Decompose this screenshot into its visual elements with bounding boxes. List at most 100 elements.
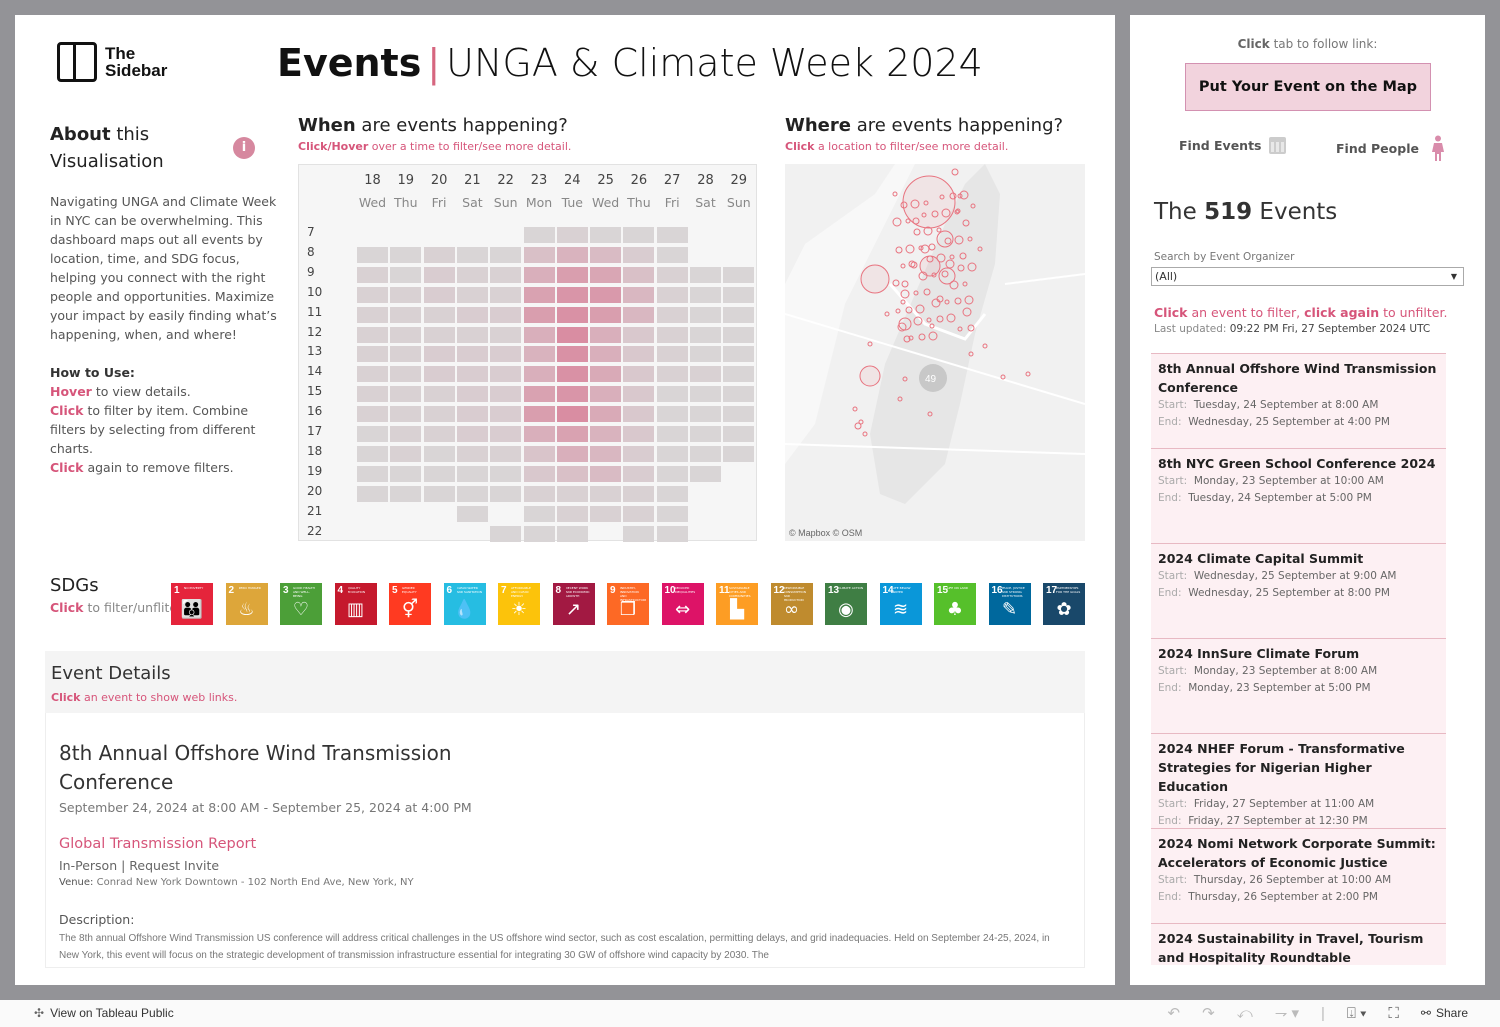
undo-icon[interactable]: ↶ [1168, 1004, 1181, 1022]
heatmap-cell[interactable] [723, 366, 755, 383]
heatmap-cell[interactable] [690, 366, 721, 383]
heatmap-cell[interactable] [357, 426, 388, 442]
heatmap-cell[interactable] [523, 266, 555, 283]
heatmap-cell[interactable] [556, 346, 588, 363]
heatmap-cell[interactable] [357, 445, 388, 462]
heatmap-cell[interactable] [556, 386, 588, 403]
heatmap-cell[interactable] [623, 326, 655, 343]
fullscreen-icon[interactable]: ⛶ [1388, 1005, 1399, 1022]
heatmap-cell[interactable] [357, 465, 388, 482]
heatmap-cell[interactable] [656, 366, 688, 383]
heatmap-cell[interactable] [357, 485, 388, 502]
heatmap-cell[interactable] [590, 227, 622, 243]
heatmap-cell[interactable] [357, 386, 388, 403]
view-on-tableau-link[interactable]: ✣ View on Tableau Public [34, 1006, 174, 1020]
event-list-item[interactable]: 8th NYC Green School Conference 2024 Star… [1151, 448, 1446, 543]
heatmap-cell[interactable] [723, 266, 755, 283]
heatmap-cell[interactable] [490, 485, 522, 502]
event-list-item[interactable]: 2024 InnSure Climate Forum Start: Monday,… [1151, 638, 1446, 733]
sdg-tile-8[interactable]: 8 DECENT WORK AND ECONOMIC GROWTH ↗ [552, 583, 595, 625]
heatmap-cell[interactable] [390, 326, 422, 343]
heatmap-cell[interactable] [456, 386, 488, 403]
event-list-item[interactable]: 8th Annual Offshore Wind Transmission Co… [1151, 353, 1446, 448]
heatmap-cell[interactable] [656, 406, 688, 423]
heatmap-cell[interactable] [623, 346, 655, 363]
heatmap-cell[interactable] [490, 346, 522, 363]
heatmap-cell[interactable] [456, 505, 488, 522]
heatmap-cell[interactable] [357, 306, 388, 323]
heatmap-cell[interactable] [523, 505, 555, 522]
heatmap-cell[interactable] [656, 386, 688, 403]
heatmap-cell[interactable] [656, 227, 688, 243]
heatmap-cell[interactable] [423, 286, 455, 303]
heatmap-cell[interactable] [690, 445, 721, 462]
heatmap-cell[interactable] [490, 445, 522, 462]
heatmap-cell[interactable] [523, 346, 555, 363]
heatmap-cell[interactable] [490, 306, 522, 323]
heatmap-cell[interactable] [556, 426, 588, 442]
heatmap-cell[interactable] [556, 465, 588, 482]
heatmap-cell[interactable] [357, 266, 388, 283]
heatmap-cell[interactable] [423, 406, 455, 423]
heatmap-cell[interactable] [523, 326, 555, 343]
heatmap-cell[interactable] [390, 366, 422, 383]
heatmap-cell[interactable] [456, 326, 488, 343]
heatmap-cell[interactable] [623, 286, 655, 303]
event-list-item[interactable]: 2024 Nomi Network Corporate Summit: Acce… [1151, 828, 1446, 923]
heatmap-cell[interactable] [556, 227, 588, 243]
heatmap-cell[interactable] [623, 406, 655, 423]
heatmap-cell[interactable] [523, 465, 555, 482]
heatmap-cell[interactable] [490, 426, 522, 442]
time-heatmap[interactable]: 18 Wed 19 Thu 20 Fri 21 Sat 22 Sun 23 Mon 24 Tue 25 Wed… [298, 164, 757, 542]
heatmap-cell[interactable] [656, 505, 688, 522]
map-event-marker[interactable] [860, 264, 890, 294]
heatmap-cell[interactable] [590, 485, 622, 502]
heatmap-cell[interactable] [723, 346, 755, 363]
heatmap-cell[interactable] [456, 445, 488, 462]
heatmap-cell[interactable] [390, 485, 422, 502]
heatmap-cell[interactable] [656, 246, 688, 263]
heatmap-cell[interactable] [357, 326, 388, 343]
heatmap-cell[interactable] [523, 246, 555, 263]
map-event-marker[interactable] [902, 175, 956, 229]
sdg-tile-15[interactable]: 15 LIFE ON LAND ♣ [934, 583, 976, 625]
heatmap-cell[interactable] [690, 465, 721, 482]
sdg-tile-3[interactable]: 3 GOOD HEALTH AND WELL-BEING ♡ [280, 583, 322, 625]
map-attribution[interactable]: © Mapbox © OSM [789, 528, 862, 538]
heatmap-cell[interactable] [423, 465, 455, 482]
sdg-tile-5[interactable]: 5 GENDER EQUALITY ⚥ [389, 583, 431, 625]
sdg-tile-17[interactable]: 17 PARTNERSHIPS FOR THE GOALS ✿ [1043, 583, 1085, 625]
heatmap-cell[interactable] [590, 366, 622, 383]
heatmap-cell[interactable] [556, 445, 588, 462]
sdg-tile-14[interactable]: 14 LIFE BELOW WATER ≋ [879, 583, 922, 625]
heatmap-cell[interactable] [490, 246, 522, 263]
heatmap-cell[interactable] [423, 445, 455, 462]
heatmap-cell[interactable] [423, 266, 455, 283]
heatmap-cell[interactable] [390, 445, 422, 462]
heatmap-cell[interactable] [490, 406, 522, 423]
event-list[interactable]: 8th Annual Offshore Wind Transmission Co… [1151, 353, 1446, 965]
heatmap-cell[interactable] [523, 485, 555, 502]
heatmap-cell[interactable] [723, 306, 755, 323]
heatmap-cell[interactable] [490, 326, 522, 343]
heatmap-cell[interactable] [357, 286, 388, 303]
redo-icon[interactable]: ↷ [1202, 1004, 1215, 1022]
heatmap-cell[interactable] [590, 266, 622, 283]
share-button[interactable]: ⚯ Share [1421, 1006, 1468, 1020]
heatmap-cell[interactable] [390, 465, 422, 482]
heatmap-cell[interactable] [490, 525, 522, 542]
heatmap-cell[interactable] [490, 366, 522, 383]
sdg-tile-1[interactable]: 1 NO POVERTY 👪 [171, 583, 213, 625]
sdg-tile-13[interactable]: 13 CLIMATE ACTION ◉ [825, 583, 867, 625]
heatmap-cell[interactable] [656, 266, 688, 283]
heatmap-cell[interactable] [623, 525, 655, 542]
heatmap-cell[interactable] [556, 366, 588, 383]
event-list-item[interactable]: 2024 Climate Capital Summit Start: Wednes… [1151, 543, 1446, 638]
heatmap-cell[interactable] [490, 286, 522, 303]
heatmap-cell[interactable] [523, 286, 555, 303]
heatmap-cell[interactable] [590, 246, 622, 263]
heatmap-cell[interactable] [390, 266, 422, 283]
heatmap-cell[interactable] [456, 406, 488, 423]
refresh-icon[interactable]: ⇁ ▾ [1275, 1004, 1299, 1022]
heatmap-cell[interactable] [490, 266, 522, 283]
